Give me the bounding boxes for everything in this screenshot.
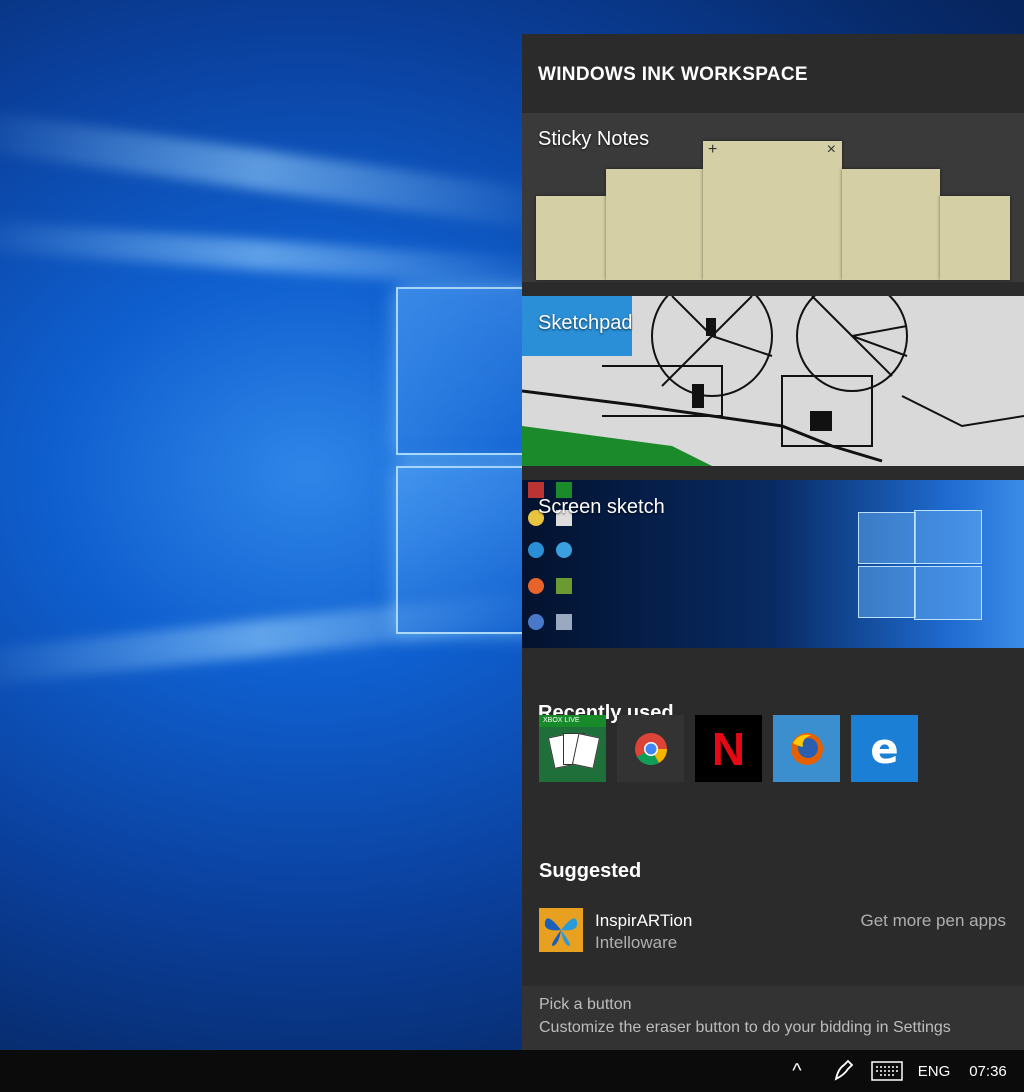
sketchpad-label: Sketchpad <box>538 312 633 334</box>
light-beam <box>0 219 561 291</box>
suggested-app-publisher: Intelloware <box>595 933 678 952</box>
language-indicator[interactable]: ENG <box>912 1050 956 1092</box>
pen-icon <box>834 1059 854 1081</box>
solitaire-app-icon[interactable]: XBOX LIVE <box>539 715 606 782</box>
netflix-app-icon[interactable]: N <box>695 715 762 782</box>
add-note-icon: + <box>708 141 718 158</box>
screen-sketch-tile[interactable]: Screen sketch <box>522 480 1024 648</box>
windows-logo-pane <box>858 512 916 564</box>
netflix-icon: N <box>711 722 746 775</box>
tip-settings-link[interactable]: Customize the eraser button to do your b… <box>539 1019 951 1037</box>
windows-logo-pane <box>914 566 982 620</box>
ink-workspace-panel: WINDOWS INK WORKSPACE + × Sticky Notes S… <box>522 34 1024 1050</box>
suggested-app-name[interactable]: InspirARTion <box>595 911 692 931</box>
windows-logo-pane <box>914 510 982 564</box>
show-hidden-icons-chevron-icon[interactable]: ^ <box>782 1050 812 1092</box>
desktop-app-icon <box>528 542 544 558</box>
desktop-app-icon <box>556 578 572 594</box>
sticky-note <box>536 196 606 280</box>
desktop-app-icon <box>528 614 544 630</box>
sticky-notes-tile[interactable]: + × Sticky Notes <box>522 113 1024 282</box>
sticky-note <box>940 196 1010 280</box>
pen-workspace-icon[interactable] <box>826 1050 862 1092</box>
xbox-live-badge: XBOX LIVE <box>539 715 606 727</box>
edge-app-icon[interactable]: e <box>851 715 918 782</box>
sketchpad-tile[interactable]: Sketchpad <box>522 296 1024 466</box>
sticky-notes-label: Sticky Notes <box>538 128 650 150</box>
edge-icon: e <box>870 723 899 773</box>
chrome-icon <box>634 732 667 765</box>
tip-title: Pick a button <box>539 996 632 1013</box>
suggested-title: Suggested <box>539 860 642 882</box>
keyboard-icon <box>871 1061 903 1081</box>
sticky-note-main: + × <box>703 141 842 280</box>
taskbar: ^ ENG 07:36 <box>0 1050 1024 1092</box>
firefox-icon <box>790 732 823 765</box>
firefox-app-icon[interactable] <box>773 715 840 782</box>
screen-sketch-label: Screen sketch <box>538 496 665 518</box>
light-beam <box>0 108 560 232</box>
panel-title: WINDOWS INK WORKSPACE <box>538 64 808 85</box>
sticky-note <box>606 169 703 280</box>
get-more-pen-apps-link[interactable]: Get more pen apps <box>860 911 1006 931</box>
close-note-icon: × <box>826 141 836 158</box>
sticky-note <box>842 169 940 280</box>
butterfly-icon <box>544 918 578 946</box>
desktop-app-icon <box>556 542 572 558</box>
touch-keyboard-icon[interactable] <box>868 1050 906 1092</box>
desktop-app-icon <box>556 614 572 630</box>
chrome-app-icon[interactable] <box>617 715 684 782</box>
inspirartion-app-icon[interactable] <box>539 908 583 952</box>
clock[interactable]: 07:36 <box>962 1050 1014 1092</box>
desktop-app-icon <box>528 578 544 594</box>
windows-logo-pane <box>858 566 916 618</box>
